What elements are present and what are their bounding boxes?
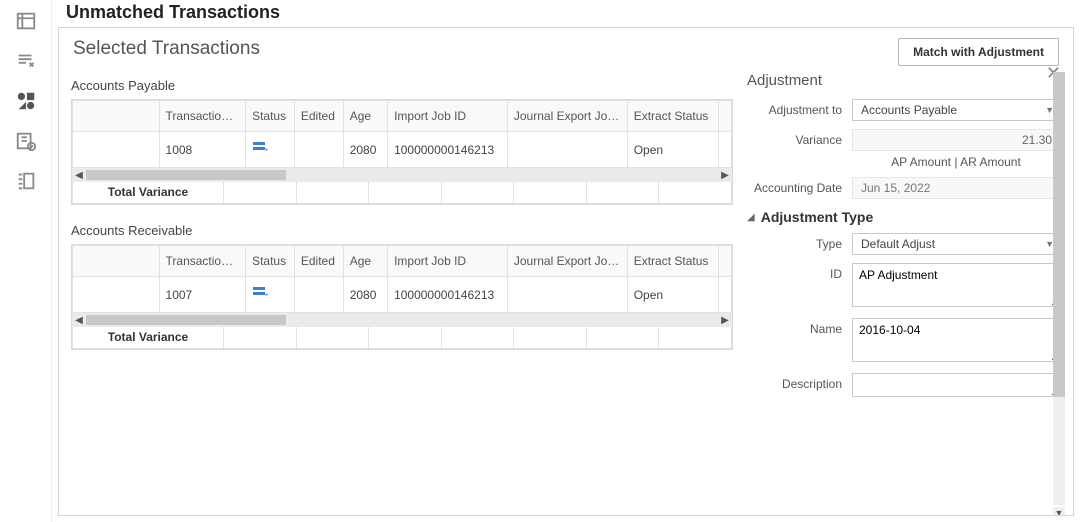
ar-grid: Transaction ID Status Edited Age Import … — [71, 244, 733, 350]
id-input[interactable] — [852, 263, 1061, 307]
main-panel: Selected Transactions Match with Adjustm… — [58, 27, 1074, 516]
adjustment-to-label: Adjustment to — [747, 103, 852, 117]
ar-age: 2080 — [343, 277, 387, 313]
accounting-date-value: Jun 15, 2022 — [852, 177, 1061, 199]
ap-col-txnid[interactable]: Transaction ID — [159, 101, 246, 132]
expand-icon: ◢ — [747, 212, 755, 223]
ap-col-status[interactable]: Status — [246, 101, 295, 132]
ap-col-cut[interactable] — [718, 101, 731, 132]
accounting-date-label: Accounting Date — [747, 181, 852, 195]
name-input[interactable] — [852, 318, 1061, 362]
variance-value: 21.30 — [852, 129, 1061, 151]
adjustment-type-expander[interactable]: ◢ Adjustment Type — [747, 209, 1061, 225]
ar-hscroll[interactable]: ◀ ▶ — [72, 313, 732, 327]
scroll-thumb[interactable] — [1053, 72, 1065, 397]
scroll-left-icon[interactable]: ◀ — [72, 170, 86, 181]
ar-col-journal[interactable]: Journal Export Job ID — [507, 246, 627, 277]
ar-col-age[interactable]: Age — [343, 246, 387, 277]
type-label: Type — [747, 237, 852, 251]
ap-grid: Transaction ID Status Edited Age Import … — [71, 99, 733, 205]
scroll-down-icon[interactable]: ▼ — [1053, 507, 1065, 515]
ap-col-journal[interactable]: Journal Export Job ID — [507, 101, 627, 132]
status-icon: * — [252, 140, 268, 156]
description-input[interactable] — [852, 373, 1061, 397]
type-dropdown[interactable]: Default Adjust ▼ — [852, 233, 1061, 255]
right-vscroll[interactable]: ▲ ▼ — [1053, 72, 1065, 505]
variance-sublabel: AP Amount | AR Amount — [851, 155, 1061, 169]
page-title: Unmatched Transactions — [58, 0, 1074, 27]
ar-total-label: Total Variance — [72, 327, 224, 349]
adjustment-heading: Adjustment — [747, 72, 1061, 89]
ar-col-extract[interactable]: Extract Status — [627, 246, 718, 277]
ap-hscroll[interactable]: ◀ ▶ — [72, 168, 732, 182]
adjustment-to-dropdown[interactable]: Accounts Payable ▼ — [852, 99, 1061, 121]
ap-age: 2080 — [343, 132, 387, 168]
nav-icon-4[interactable] — [15, 130, 37, 152]
description-label: Description — [747, 373, 852, 391]
ap-col-extract[interactable]: Extract Status — [627, 101, 718, 132]
ap-col-lead[interactable] — [73, 101, 160, 132]
svg-text:*: * — [265, 147, 268, 156]
id-label: ID — [747, 263, 852, 281]
nav-icon-shapes[interactable] — [15, 90, 37, 112]
name-label: Name — [747, 318, 852, 336]
ap-col-age[interactable]: Age — [343, 101, 387, 132]
ar-col-status[interactable]: Status — [246, 246, 295, 277]
ar-col-cut[interactable] — [718, 246, 731, 277]
scroll-thumb[interactable] — [86, 315, 286, 325]
variance-label: Variance — [747, 133, 852, 147]
status-icon: * — [252, 285, 268, 301]
ap-total-label: Total Variance — [72, 182, 224, 204]
ar-col-txnid[interactable]: Transaction ID — [159, 246, 246, 277]
ar-extract-status: Open — [627, 277, 718, 313]
scroll-left-icon[interactable]: ◀ — [72, 315, 86, 326]
ar-col-edited[interactable]: Edited — [294, 246, 343, 277]
match-with-adjustment-button[interactable]: Match with Adjustment — [898, 38, 1059, 66]
nav-icon-2[interactable] — [15, 50, 37, 72]
ar-txn-id: 1007 — [159, 277, 246, 313]
scroll-right-icon[interactable]: ▶ — [718, 315, 732, 326]
nav-icon-5[interactable] — [15, 170, 37, 192]
panel-title: Selected Transactions — [73, 38, 260, 60]
ap-col-edited[interactable]: Edited — [294, 101, 343, 132]
ar-col-import[interactable]: Import Job ID — [388, 246, 508, 277]
ar-data-row[interactable]: 1007 * 2080 100000000146213 Open — [73, 277, 732, 313]
ap-col-import[interactable]: Import Job ID — [388, 101, 508, 132]
ap-import-job: 100000000146213 — [388, 132, 508, 168]
nav-icon-1[interactable] — [15, 10, 37, 32]
ar-header-row: Transaction ID Status Edited Age Import … — [73, 246, 732, 277]
ap-extract-status: Open — [627, 132, 718, 168]
ap-txn-id: 1008 — [159, 132, 246, 168]
nav-sidebar — [0, 0, 52, 522]
ap-header-row: Transaction ID Status Edited Age Import … — [73, 101, 732, 132]
svg-text:*: * — [265, 292, 268, 301]
ap-data-row[interactable]: 1008 * 2080 100000000146213 Open — [73, 132, 732, 168]
scroll-right-icon[interactable]: ▶ — [718, 170, 732, 181]
ar-section-label: Accounts Receivable — [71, 223, 733, 238]
ar-import-job: 100000000146213 — [388, 277, 508, 313]
ap-section-label: Accounts Payable — [71, 78, 733, 93]
scroll-thumb[interactable] — [86, 170, 286, 180]
ar-col-lead[interactable] — [73, 246, 160, 277]
